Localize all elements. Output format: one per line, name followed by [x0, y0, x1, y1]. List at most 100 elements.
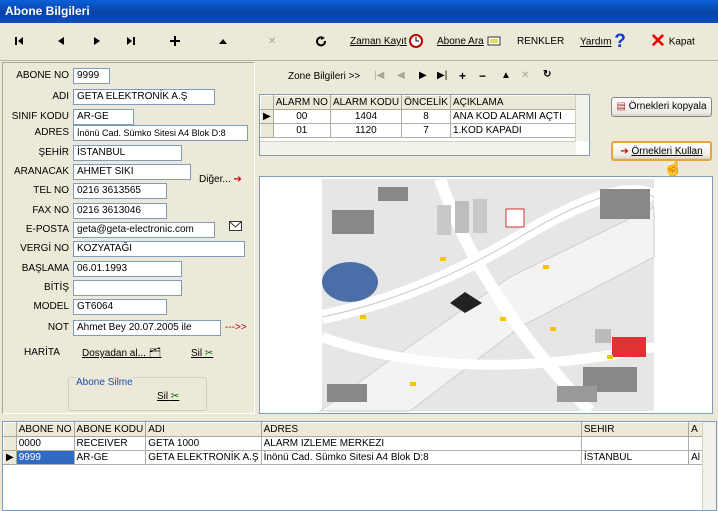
dosyadan-al-button[interactable]: Dosyadan al... 🗂	[82, 348, 161, 359]
renkler-button[interactable]: RENKLER	[517, 33, 564, 51]
sehir-field[interactable]: İSTANBUL	[73, 145, 182, 161]
cell[interactable]: Al	[688, 450, 703, 465]
col-oncelik[interactable]: ÖNCELİK	[401, 95, 451, 110]
toolbar: ✕ Zaman Kayıt Abone Ara RENKLER Yardım ?…	[0, 23, 718, 61]
zone-hscrollbar[interactable]	[260, 141, 576, 155]
cell[interactable]: 1120	[329, 123, 403, 138]
abone-no-field[interactable]: 9999	[73, 68, 110, 84]
cell[interactable]: 00	[272, 109, 331, 124]
col-a[interactable]: A	[688, 422, 703, 437]
cell[interactable]: 8	[401, 109, 451, 124]
table-row[interactable]: ▶ 9999 AR-GE GETA ELEKTRONİK A.Ş İnönü C…	[3, 450, 703, 465]
cell[interactable]: 7	[401, 123, 451, 138]
baslama-field[interactable]: 06.01.1993	[73, 261, 182, 277]
zone-title[interactable]: Zone Bilgileri >>	[288, 71, 360, 82]
yardim-label: Yardım	[580, 36, 612, 48]
zone-vscrollbar[interactable]	[575, 95, 589, 141]
table-row[interactable]: 0000 RECEIVER GETA 1000 ALARM IZLEME MER…	[3, 436, 703, 451]
last-record-icon[interactable]	[126, 33, 136, 51]
subscriber-vscrollbar[interactable]	[702, 422, 716, 510]
harita-sil-button[interactable]: Sil ✂	[191, 348, 213, 359]
delete-icon: ✂	[204, 348, 214, 359]
first-record-icon[interactable]	[14, 33, 24, 51]
bitis-label: BİTİŞ	[43, 282, 69, 293]
cell[interactable]: İnönü Cad. Sümko Sitesi A4 Blok D:8	[260, 450, 582, 465]
col-alarm-kodu[interactable]: ALARM KODU	[329, 95, 403, 110]
main-window: Abone Bilgileri ✕ Zaman Kayıt Abone Ara …	[0, 0, 718, 511]
zone-delete-icon[interactable]: −	[479, 69, 486, 83]
abone-no-label: ABONE NO	[16, 70, 69, 81]
adi-field[interactable]: GETA ELEKTRONİK A.Ş	[73, 89, 215, 105]
refresh-icon[interactable]	[316, 33, 327, 51]
next-record-icon[interactable]	[92, 33, 102, 51]
tel-no-field[interactable]: 0216 3613565	[73, 183, 167, 199]
cell[interactable]: ANA KOD ALARMI AÇTI	[449, 109, 577, 124]
harita-label: HARİTA	[24, 347, 60, 358]
zone-edit-icon[interactable]: ▲	[501, 70, 511, 81]
adres-label: ADRES	[34, 127, 69, 138]
cell[interactable]: AR-GE	[73, 450, 147, 465]
not-field[interactable]: Ahmet Bey 20.07.2005 ile	[73, 320, 221, 336]
sinif-kodu-label: SINIF KODU	[11, 111, 69, 122]
cell[interactable]	[580, 436, 690, 451]
zone-add-icon[interactable]: +	[459, 69, 466, 83]
cell[interactable]: 1.KOD KAPADI	[449, 123, 577, 138]
row-header	[3, 422, 17, 437]
map-image	[318, 177, 658, 416]
aranacak-field[interactable]: AHMET SIKI	[73, 164, 191, 180]
zaman-kayit-button[interactable]: Zaman Kayıt	[350, 33, 424, 51]
fax-no-field[interactable]: 0216 3613046	[73, 203, 167, 219]
zone-row[interactable]: 01 1120 7 1.KOD KAPADI	[260, 123, 577, 138]
not-more-link[interactable]: --->>	[225, 322, 247, 333]
prev-record-icon[interactable]	[56, 33, 66, 51]
col-abone-kodu[interactable]: ABONE KODU	[73, 422, 147, 437]
vergi-no-field[interactable]: KOZYATAĞI	[73, 241, 245, 257]
kapat-button[interactable]: ✕ Kapat	[650, 32, 695, 51]
edit-record-icon[interactable]	[218, 33, 228, 51]
diger-link[interactable]: Diğer... ➔	[199, 174, 242, 185]
yardim-button[interactable]: Yardım ?	[580, 32, 626, 51]
cell[interactable]: 0000	[15, 436, 75, 451]
cell[interactable]: 9999	[15, 450, 75, 465]
ornekleri-kullan-button[interactable]: ➔ Örnekleri Kullan	[611, 141, 712, 161]
mail-icon[interactable]	[229, 221, 242, 234]
add-record-icon[interactable]	[170, 33, 180, 51]
zone-prev-icon[interactable]: ◀	[397, 70, 405, 81]
cell[interactable]: GETA 1000	[145, 436, 262, 451]
subscriber-form: ABONE NO 9999 ADI GETA ELEKTRONİK A.Ş SI…	[2, 62, 255, 414]
abone-sil-button[interactable]: Sil ✂	[157, 391, 179, 402]
zone-cancel-icon[interactable]: ✕	[521, 70, 529, 81]
cell[interactable]: RECEIVER	[73, 436, 147, 451]
col-sehir[interactable]: SEHIR	[580, 422, 690, 437]
col-alarm-no[interactable]: ALARM NO	[272, 95, 331, 110]
cell[interactable]: 1404	[329, 109, 403, 124]
model-field[interactable]: GT6064	[73, 299, 167, 315]
clock-icon	[409, 34, 424, 49]
arrow-right-icon: ➔	[233, 174, 242, 185]
row-header	[260, 123, 274, 138]
fax-no-label: FAX NO	[32, 205, 69, 216]
bitis-field[interactable]	[73, 280, 182, 296]
zone-refresh-icon[interactable]: ↻	[543, 69, 551, 80]
ornekleri-kopyala-button[interactable]: ▤ Örnekleri kopyala	[611, 97, 712, 117]
zone-next-icon[interactable]: ▶	[419, 70, 427, 81]
cell[interactable]: ALARM IZLEME MERKEZI	[260, 436, 582, 451]
abone-ara-label: Abone Ara	[437, 36, 484, 47]
cell[interactable]: İSTANBUL	[580, 450, 690, 465]
cell[interactable]: GETA ELEKTRONİK A.Ş	[145, 450, 262, 465]
col-abone-no[interactable]: ABONE NO	[15, 422, 75, 437]
zone-row[interactable]: ▶ 00 1404 8 ANA KOD ALARMI AÇTI	[260, 109, 577, 124]
col-adres[interactable]: ADRES	[260, 422, 582, 437]
col-aciklama[interactable]: AÇIKLAMA	[449, 95, 577, 110]
location-map[interactable]	[259, 176, 713, 416]
cancel-icon[interactable]: ✕	[268, 33, 276, 51]
adres-field[interactable]: İnönü Cad. Sümko Sitesi A4 Blok D:8	[73, 125, 248, 141]
abone-ara-button[interactable]: Abone Ara	[437, 33, 501, 51]
zone-last-icon[interactable]: ▶|	[437, 70, 447, 81]
zone-first-icon[interactable]: |◀	[374, 70, 384, 81]
cell[interactable]	[688, 436, 703, 451]
cell[interactable]: 01	[272, 123, 331, 138]
col-adi[interactable]: ADI	[145, 422, 262, 437]
sinif-kodu-field[interactable]: AR-GE	[73, 109, 134, 125]
eposta-field[interactable]: geta@geta-electronic.com	[73, 222, 215, 238]
